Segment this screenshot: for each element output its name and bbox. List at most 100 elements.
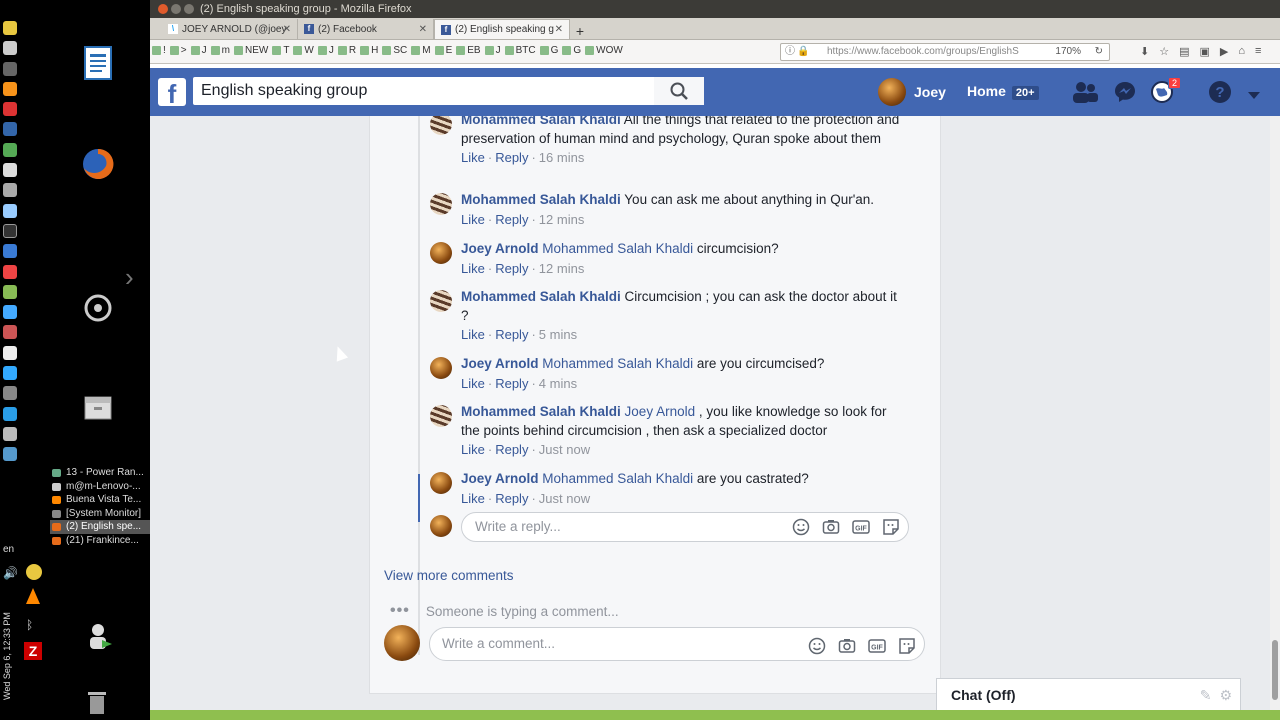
mention-link[interactable]: Mohammed Salah Khaldi: [542, 241, 693, 256]
gif-icon[interactable]: GIF: [868, 635, 886, 653]
bitcoin-icon[interactable]: [3, 81, 17, 96]
reply-author-link[interactable]: Mohammed Salah Khaldi: [461, 192, 621, 207]
like-button[interactable]: Like: [461, 261, 485, 276]
avatar[interactable]: [430, 357, 452, 379]
reply-timestamp[interactable]: Just now: [539, 491, 590, 506]
gear-icon[interactable]: ⚙: [1219, 679, 1232, 710]
help-icon[interactable]: ?: [1208, 80, 1232, 104]
telegram-icon[interactable]: [3, 406, 17, 421]
menu-icon[interactable]: ≡: [1255, 45, 1261, 58]
terminal-icon[interactable]: [3, 223, 17, 238]
horizontal-scrollbar[interactable]: [150, 710, 1280, 720]
app-icon[interactable]: [3, 386, 17, 401]
maximize-window-button[interactable]: [184, 4, 194, 14]
system-clock[interactable]: Wed Sep 6, 12:33 PM: [2, 600, 16, 700]
tab-close-icon[interactable]: ✕: [555, 24, 563, 35]
chrome-icon[interactable]: [3, 305, 17, 320]
task-item[interactable]: (21) Frankince...: [50, 534, 150, 548]
task-item[interactable]: m@m-Lenovo-...: [50, 480, 150, 494]
vlc-icon[interactable]: [26, 588, 40, 604]
comment-input[interactable]: Write a comment... GIF: [429, 627, 925, 661]
reply-author-link[interactable]: Joey Arnold: [461, 356, 539, 371]
bookmark-item[interactable]: m: [210, 45, 230, 56]
emoji-icon[interactable]: [792, 518, 810, 536]
view-more-comments-link[interactable]: View more comments: [384, 568, 514, 583]
trash-icon[interactable]: [86, 688, 108, 716]
sticker-icon[interactable]: [898, 635, 916, 654]
app-icon[interactable]: [3, 122, 17, 137]
bookmark-item[interactable]: NEW: [233, 45, 268, 56]
bookmark-item[interactable]: >: [169, 45, 187, 56]
vertical-scrollbar[interactable]: [1270, 116, 1280, 710]
reply-author-link[interactable]: Mohammed Salah Khaldi: [461, 289, 621, 304]
camera-icon[interactable]: [838, 635, 856, 653]
avatar[interactable]: [430, 193, 452, 215]
messenger-icon[interactable]: [1113, 80, 1137, 104]
app-icon[interactable]: [3, 264, 17, 279]
like-button[interactable]: Like: [461, 442, 485, 457]
bluetooth-icon[interactable]: ᛒ: [26, 618, 33, 632]
app-icon[interactable]: [3, 447, 17, 462]
app-icon[interactable]: [3, 426, 17, 441]
document-icon[interactable]: [80, 45, 116, 81]
avatar[interactable]: [430, 472, 452, 494]
reload-icon[interactable]: ↻: [1095, 44, 1103, 60]
minimize-window-button[interactable]: [171, 4, 181, 14]
bookmark-item[interactable]: BTC: [504, 45, 536, 56]
avatar[interactable]: [430, 242, 452, 264]
reply-button[interactable]: Reply: [495, 442, 528, 457]
app-icon[interactable]: [3, 102, 17, 117]
camera-icon[interactable]: [822, 518, 840, 536]
bookmark-item[interactable]: H: [360, 45, 378, 56]
emoji-icon[interactable]: [808, 635, 826, 655]
scrollbar-thumb[interactable]: [1272, 640, 1278, 700]
search-button[interactable]: [654, 77, 704, 105]
download-icon[interactable]: ⬇: [1140, 45, 1149, 58]
tab-facebook[interactable]: f (2) Facebook ✕: [298, 19, 434, 39]
bookmark-item[interactable]: !: [152, 45, 166, 56]
reply-button[interactable]: Reply: [495, 212, 528, 227]
bookmark-item[interactable]: SC: [382, 45, 407, 56]
chevron-right-icon[interactable]: ›: [125, 262, 134, 293]
zoom-level[interactable]: 170%: [1055, 44, 1081, 60]
bookmark-item[interactable]: G: [562, 45, 581, 56]
app-icon[interactable]: [3, 21, 17, 35]
bookmark-star-icon[interactable]: ☆: [1159, 45, 1169, 58]
app-icon[interactable]: [3, 61, 17, 76]
reply-button[interactable]: Reply: [495, 150, 528, 165]
url-bar[interactable]: ⓘ 🔒 https://www.facebook.com/groups/Engl…: [780, 43, 1110, 61]
tab-twitter[interactable]: \ JOEY ARNOLD (@joey ✕: [162, 19, 298, 39]
app-icon[interactable]: [3, 345, 17, 360]
user-switch-icon[interactable]: [86, 622, 114, 652]
bookmark-item[interactable]: E: [434, 45, 452, 56]
reply-button[interactable]: Reply: [495, 327, 528, 342]
new-message-icon[interactable]: ✎: [1200, 679, 1212, 710]
volume-icon[interactable]: 🔊: [3, 566, 18, 580]
filezilla-icon[interactable]: Z: [24, 642, 42, 660]
avatar[interactable]: [430, 405, 452, 427]
tab-close-icon[interactable]: ✕: [419, 24, 427, 35]
like-button[interactable]: Like: [461, 376, 485, 391]
app-icon[interactable]: [3, 203, 17, 218]
new-tab-button[interactable]: +: [570, 23, 590, 39]
profile-link[interactable]: Joey: [878, 78, 946, 106]
like-button[interactable]: Like: [461, 150, 485, 165]
chat-sidebar-toggle[interactable]: Chat (Off) ✎ ⚙: [936, 678, 1241, 710]
home-link[interactable]: Home 20+: [967, 82, 1039, 100]
bookmark-item[interactable]: J: [484, 45, 501, 56]
app-icon[interactable]: [3, 183, 17, 198]
bookmark-item[interactable]: J: [317, 45, 334, 56]
bookmark-item[interactable]: T: [272, 45, 289, 56]
youtube-icon[interactable]: ▶: [1220, 45, 1228, 58]
friend-requests-icon[interactable]: [1072, 80, 1098, 104]
mention-link[interactable]: Joey Arnold: [625, 404, 696, 419]
reply-button[interactable]: Reply: [495, 491, 528, 506]
mention-link[interactable]: Mohammed Salah Khaldi: [542, 356, 693, 371]
sticker-icon[interactable]: [882, 518, 900, 536]
reply-timestamp[interactable]: 16 mins: [539, 150, 585, 165]
reply-timestamp[interactable]: 12 mins: [539, 212, 585, 227]
bookmark-item[interactable]: W: [293, 45, 314, 56]
app-icon[interactable]: [3, 284, 17, 299]
screenshot-icon[interactable]: ▣: [1200, 45, 1210, 58]
bookmark-item[interactable]: G: [539, 45, 558, 56]
